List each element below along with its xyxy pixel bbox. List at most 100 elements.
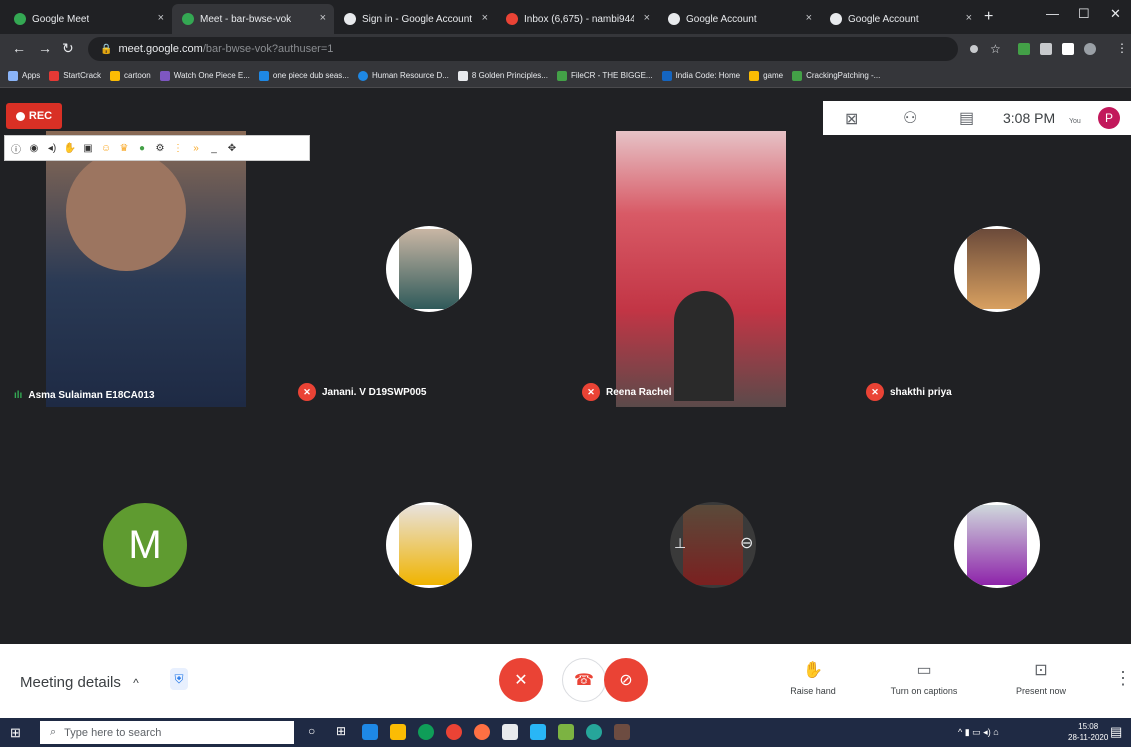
bookmark-one-piece[interactable]: Watch One Piece E... bbox=[159, 70, 250, 81]
bookmark-one-piece-dub[interactable]: one piece dub seas... bbox=[258, 70, 349, 81]
cortana-icon[interactable]: ○ bbox=[308, 724, 324, 740]
pin-icon[interactable]: ⊥ bbox=[674, 535, 686, 552]
system-tray[interactable]: ^ ▮ ▭ ◂) ⌂ bbox=[958, 727, 999, 738]
bookmark-game[interactable]: game bbox=[749, 70, 783, 81]
hand-icon[interactable]: ✋ bbox=[63, 141, 77, 155]
participant-tile-m[interactable]: M bbox=[6, 407, 284, 683]
chat-icon[interactable]: ▤ bbox=[959, 108, 974, 128]
taskbar-search-input[interactable]: ⌕ Type here to search bbox=[40, 721, 294, 744]
tab-inbox[interactable]: Inbox (6,675) - nambi94441 × bbox=[496, 4, 658, 34]
captions-button[interactable]: ▭ Turn on captions bbox=[884, 660, 964, 696]
close-tab-icon[interactable]: × bbox=[158, 12, 164, 24]
profile-icon[interactable] bbox=[1084, 43, 1096, 55]
participant-tile-7[interactable] bbox=[858, 407, 1131, 683]
remove-icon[interactable]: ⊖ bbox=[740, 533, 753, 553]
new-tab-button[interactable]: + bbox=[984, 8, 993, 26]
close-tab-icon[interactable]: × bbox=[806, 12, 812, 24]
expand-icon[interactable]: » bbox=[189, 141, 203, 155]
emoji-icon[interactable]: ☺ bbox=[99, 141, 113, 155]
participant-tile-shakthi[interactable]: ✕ shakthi priya bbox=[858, 131, 1131, 407]
bookmark-star-icon[interactable]: ☆ bbox=[990, 42, 1001, 56]
participant-tile-janani[interactable]: ✕ Janani. V D19SWP005 bbox=[290, 131, 568, 407]
grid-layout-icon[interactable]: ⊠ bbox=[845, 109, 858, 129]
recording-indicator: REC bbox=[6, 103, 62, 129]
mic-toggle-button[interactable]: ✕ bbox=[499, 658, 543, 702]
store-icon[interactable] bbox=[502, 724, 518, 740]
gmail-favicon-icon bbox=[506, 13, 518, 25]
tab-google-account-2[interactable]: Google Account × bbox=[820, 4, 980, 34]
more-options-icon[interactable]: ⋮ bbox=[1114, 668, 1131, 689]
participant-tile-asma[interactable]: ılı Asma Sulaiman E18CA013 bbox=[6, 131, 284, 407]
participant-tile-6[interactable]: ⊥ ⊖ bbox=[574, 407, 852, 683]
extension-green-icon[interactable] bbox=[1018, 43, 1030, 55]
info-icon[interactable]: ⓘ bbox=[9, 141, 23, 156]
eye-icon[interactable]: ◉ bbox=[27, 141, 41, 155]
camera-indicator-icon[interactable] bbox=[970, 45, 978, 53]
participant-avatar bbox=[954, 226, 1040, 312]
tab-google-meet[interactable]: Google Meet × bbox=[4, 4, 172, 34]
security-shield-icon[interactable]: ⛨ bbox=[170, 668, 188, 690]
app-icon[interactable] bbox=[614, 724, 630, 740]
edge-icon[interactable] bbox=[418, 724, 434, 740]
camera-toggle-button[interactable]: ⊘ bbox=[604, 658, 648, 702]
bookmark-crackingpatching[interactable]: CrackingPatching -... bbox=[792, 70, 880, 81]
chat-bubble-icon[interactable]: ● bbox=[135, 141, 149, 155]
app-icon[interactable] bbox=[558, 724, 574, 740]
move-icon[interactable]: ✥ bbox=[225, 141, 239, 155]
bookmark-golden-principles[interactable]: 8 Golden Principles... bbox=[457, 70, 548, 81]
file-explorer-icon[interactable] bbox=[390, 724, 406, 740]
forward-icon[interactable]: → bbox=[38, 40, 52, 56]
browser-menu-icon[interactable]: ⋮ bbox=[1116, 41, 1128, 55]
tab-sign-in[interactable]: Sign in - Google Accounts × bbox=[334, 4, 496, 34]
participant-tile-5[interactable] bbox=[290, 407, 568, 683]
app-icon[interactable] bbox=[362, 724, 378, 740]
participant-tile-reena[interactable]: ✕ Reena Rachel bbox=[574, 131, 852, 407]
maximize-icon[interactable]: ☐ bbox=[1078, 6, 1090, 22]
user-avatar[interactable]: P bbox=[1098, 107, 1120, 129]
volume-icon[interactable]: ◂) bbox=[45, 141, 59, 155]
minimize-toolbar-icon[interactable]: _ bbox=[207, 141, 221, 155]
meeting-details-button[interactable]: Meeting details ^ bbox=[20, 674, 139, 691]
firefox-icon[interactable] bbox=[474, 724, 490, 740]
award-icon[interactable]: ♛ bbox=[117, 141, 131, 155]
meet-favicon-icon bbox=[14, 13, 26, 25]
bookmark-cartoon[interactable]: cartoon bbox=[110, 70, 151, 81]
people-icon[interactable]: ⚇ bbox=[903, 108, 917, 128]
bookmark-filecr[interactable]: FileCR - THE BIGGE... bbox=[556, 70, 653, 81]
close-tab-icon[interactable]: × bbox=[482, 12, 488, 24]
extension-white-icon[interactable] bbox=[1062, 43, 1074, 55]
app-icon[interactable] bbox=[530, 724, 546, 740]
close-tab-icon[interactable]: × bbox=[320, 12, 326, 24]
close-window-icon[interactable]: ✕ bbox=[1110, 6, 1121, 22]
tab-meet-active[interactable]: Meet - bar-bwse-vok × bbox=[172, 4, 334, 34]
bookmark-apps[interactable]: Apps bbox=[8, 70, 40, 81]
reload-icon[interactable]: ↻ bbox=[62, 40, 74, 57]
url-field[interactable]: 🔒 meet.google.com /bar-bwse-vok?authuser… bbox=[88, 37, 958, 61]
chrome-icon[interactable] bbox=[446, 724, 462, 740]
bookmark-human-resource[interactable]: Human Resource D... bbox=[357, 70, 449, 81]
windows-start-icon[interactable]: ⊞ bbox=[10, 726, 24, 740]
bookmark-india-code[interactable]: India Code: Home bbox=[661, 70, 740, 81]
bookmarks-bar: Apps StartCrack cartoon Watch One Piece … bbox=[0, 64, 1131, 88]
present-now-button[interactable]: ⊡ Present now bbox=[1001, 660, 1081, 696]
close-tab-icon[interactable]: × bbox=[644, 12, 650, 24]
back-icon[interactable]: ← bbox=[12, 40, 26, 56]
chevron-up-icon: ^ bbox=[133, 676, 139, 690]
tab-google-account[interactable]: Google Account × bbox=[658, 4, 820, 34]
minimize-icon[interactable]: — bbox=[1046, 6, 1059, 21]
leave-call-button[interactable]: ☎ bbox=[562, 658, 606, 702]
notification-icon[interactable]: ▤ bbox=[1110, 724, 1122, 740]
bookmark-favicon-icon bbox=[159, 70, 170, 81]
close-tab-icon[interactable]: × bbox=[966, 12, 972, 24]
task-view-icon[interactable]: ⊞ bbox=[336, 724, 352, 740]
raise-hand-button[interactable]: ✋ Raise hand bbox=[773, 660, 853, 696]
app-icon[interactable] bbox=[586, 724, 602, 740]
participant-avatar bbox=[386, 502, 472, 588]
more-vert-icon[interactable]: ⋮ bbox=[171, 141, 185, 155]
participant-initial-avatar: M bbox=[103, 503, 187, 587]
settings-gear-icon[interactable]: ⚙ bbox=[153, 141, 167, 155]
extension-grey-icon[interactable] bbox=[1040, 43, 1052, 55]
clipboard-icon[interactable]: ▣ bbox=[81, 141, 95, 155]
bookmark-startcrack[interactable]: StartCrack bbox=[49, 70, 101, 81]
taskbar-clock[interactable]: 15:08 28-11-2020 bbox=[1068, 721, 1108, 743]
